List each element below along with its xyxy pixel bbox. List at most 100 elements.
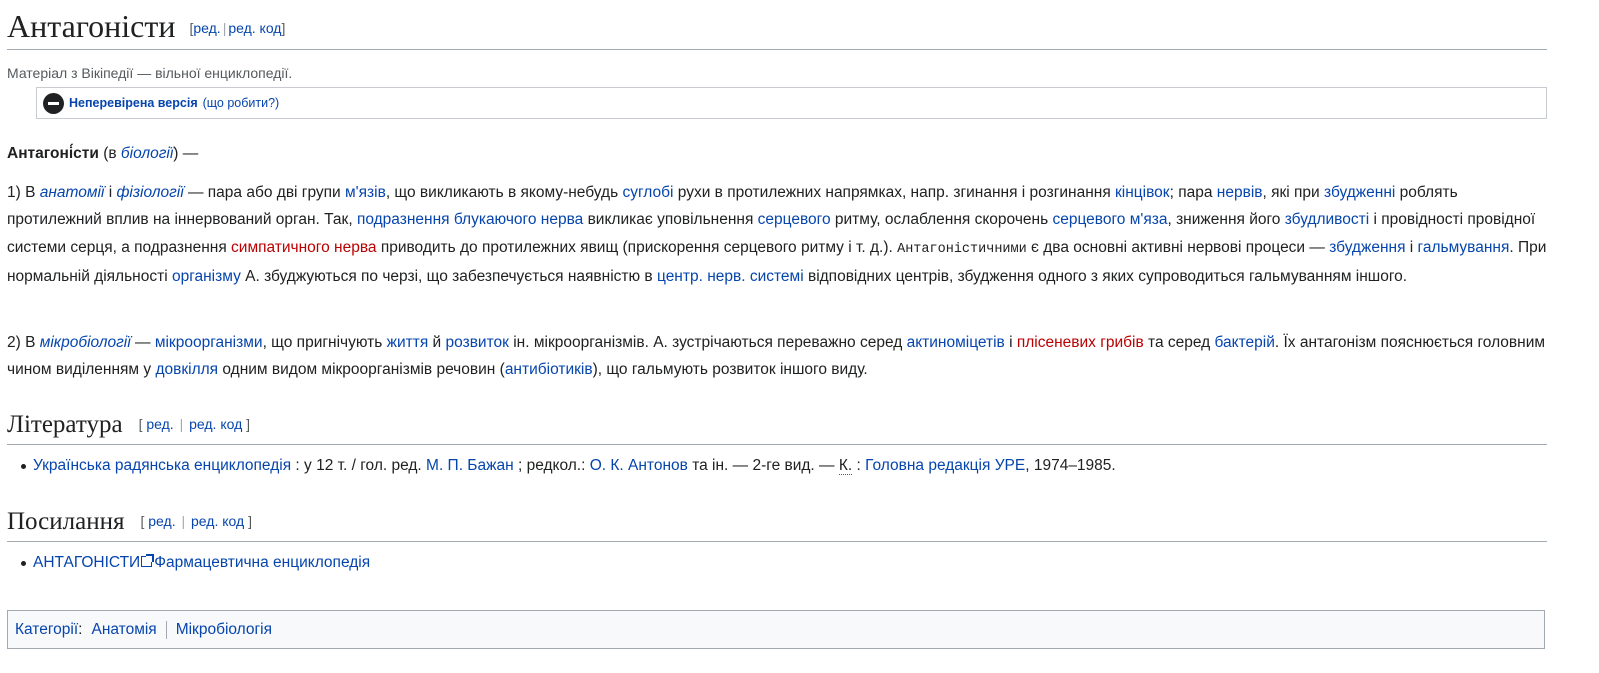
wiki-link[interactable]: фізіології — [116, 184, 183, 201]
wiki-link[interactable]: М. П. Бажан — [426, 457, 514, 474]
definition-paragraph-2: 2) В мікробіології — мікроорганізми, що … — [7, 329, 1547, 384]
edit-link[interactable]: ред. — [146, 416, 173, 432]
text-run: , 1974–1985. — [1025, 456, 1116, 474]
external-link-icon — [141, 553, 155, 567]
page-title: Антагоністи [ред. | ред. код] — [7, 0, 1547, 50]
text-run: ін. мікроорганізмів. А. зустрічаються пе… — [508, 333, 907, 351]
pharma-encyclopedia-link[interactable]: Фармацевтична енциклопедія — [154, 554, 370, 571]
text-run: 2) В — [7, 333, 40, 351]
text-run: є два основні активні нервові процеси — — [1026, 238, 1330, 256]
wiki-link[interactable]: анатомії — [40, 184, 105, 201]
page-title-text: Антагоністи — [7, 8, 176, 44]
lead-pre: (в — [98, 145, 121, 162]
wiki-link[interactable]: антибіотиків — [505, 361, 593, 378]
text-run: одним видом мікроорганізмів речовин ( — [218, 361, 505, 378]
wiki-link[interactable]: суглобі — [622, 184, 673, 201]
text-run: ; пара — [1169, 183, 1217, 201]
wiki-link[interactable]: м'язів — [345, 184, 386, 201]
text-run: і — [1405, 238, 1418, 256]
category-separator — [165, 620, 167, 639]
minus-circle-icon — [43, 92, 64, 114]
text-run: та ін. — 2-ге вид. — — [687, 456, 839, 474]
category-anatomy[interactable]: Анатомія — [91, 621, 156, 639]
wiki-link[interactable]: збудливості — [1285, 211, 1369, 228]
wiki-link[interactable]: довкілля — [155, 361, 218, 378]
unreviewed-version-link[interactable]: Неперевірена версія — [69, 96, 198, 110]
flagged-revision-box: Неперевірена версія (що робити?) — [36, 87, 1547, 119]
red-link[interactable]: симпатичного нерва — [231, 239, 376, 256]
list-item: Українська радянська енциклопедія : у 12… — [21, 452, 1547, 479]
lead-term: Антагоні́сти — [7, 145, 99, 162]
bracket-open: [ — [140, 512, 145, 529]
edit-source-link[interactable]: ред. код — [189, 416, 242, 432]
wiki-link[interactable]: актиноміцетів — [907, 334, 1005, 351]
text-run: 1) В — [7, 183, 40, 201]
wiki-link[interactable]: збудження — [1329, 239, 1405, 256]
help-link[interactable]: (що робити?) — [203, 96, 280, 110]
text-run: рухи в протилежних напрямках, напр. згин… — [673, 183, 1116, 201]
links-list: АНТАГОНІСТИ Фармацевтична енциклопедія — [7, 549, 1547, 576]
definition-paragraph-1: 1) В анатомії і фізіології — пара або дв… — [7, 179, 1547, 291]
category-links: Категорії: Анатомія Мікробіологія — [7, 610, 1545, 649]
red-link[interactable]: плісеневих грибів — [1017, 334, 1144, 351]
text-run: викликає уповільнення — [583, 211, 758, 228]
text-run: приводить до протилежних явищ (прискорен… — [376, 238, 898, 256]
edit-source-link[interactable]: ред. код — [228, 20, 281, 36]
text-run: і — [1004, 333, 1017, 351]
literature-list: Українська радянська енциклопедія : у 12… — [7, 452, 1547, 479]
wiki-link[interactable]: О. К. Антонов — [590, 457, 688, 474]
article: Антагоністи [ред. | ред. код] Матеріал з Ві… — [7, 0, 1547, 576]
wiki-link[interactable]: подразнення — [357, 211, 450, 228]
site-subtitle: Матеріал з Вікіпедії — вільної енциклопе… — [7, 65, 293, 81]
wiki-link[interactable]: життя — [387, 334, 429, 351]
links-heading-text: Посилання — [7, 507, 125, 535]
abbreviation: К. — [838, 456, 853, 475]
literature-heading-text: Література — [7, 410, 123, 438]
edit-link[interactable]: ред. — [193, 20, 220, 36]
section-heading-literature: Література [ ред. | ред. код ] — [7, 411, 1547, 445]
categories-label-link[interactable]: Категорії — [15, 621, 78, 639]
wiki-link[interactable]: центр. нерв. системі — [657, 268, 804, 285]
edit-source-link[interactable]: ред. код — [191, 513, 244, 529]
edit-separator: | — [181, 512, 186, 529]
wiki-link[interactable]: нервів — [1217, 184, 1263, 201]
text-run: : — [852, 456, 866, 474]
wiki-link[interactable]: блукаючого нерва — [454, 211, 583, 228]
wiki-link[interactable]: збудженні — [1324, 184, 1395, 201]
text-run: ритму, ослаблення скорочень — [830, 211, 1053, 228]
text-run: , що пригнічують — [262, 333, 387, 351]
wiki-link[interactable]: кінцівок — [1115, 184, 1170, 201]
text-run: : у 12 т. / гол. ред. — [291, 456, 427, 474]
wiki-link[interactable]: гальмування — [1418, 239, 1510, 256]
wiki-link[interactable]: Головна редакція УРЕ — [865, 457, 1025, 474]
edit-link[interactable]: ред. — [148, 513, 175, 529]
wiki-link[interactable]: серцевого — [758, 211, 831, 228]
external-link[interactable]: АНТАГОНІСТИ — [33, 554, 140, 571]
text-run: , які при — [1262, 183, 1325, 201]
text-run: — — [130, 333, 155, 351]
biology-link[interactable]: біології — [121, 145, 173, 162]
wiki-link[interactable]: бактерій — [1215, 334, 1275, 351]
wiki-link[interactable]: розвиток — [446, 334, 509, 351]
wiki-link[interactable]: мікробіології — [40, 334, 131, 351]
text-run: , зниження його — [1167, 211, 1285, 228]
edit-separator: | — [179, 415, 184, 432]
lead-post: ) — — [173, 145, 199, 162]
wiki-link[interactable]: мікроорганізми — [155, 334, 263, 351]
section-heading-links: Посилання [ ред. | ред. код ] — [7, 508, 1547, 542]
title-edit-links: [ред. | ред. код] — [189, 20, 285, 36]
text-run: відповідних центрів, збудження одного з … — [803, 268, 1408, 285]
category-microbiology[interactable]: Мікробіологія — [176, 621, 272, 639]
text-run: ), що гальмують розвиток іншого виду. — [592, 361, 868, 378]
edit-separator: | — [222, 20, 227, 36]
wiki-link[interactable]: Українська радянська енциклопедія — [33, 457, 291, 474]
text-run: — пара або дві групи — [183, 183, 346, 201]
text-run: й — [428, 333, 446, 351]
wiki-link[interactable]: організму — [172, 268, 241, 285]
text-run: і — [104, 183, 117, 201]
links-edit-links: [ ред. | ред. код ] — [140, 513, 251, 529]
wiki-link[interactable]: серцевого м'яза — [1052, 211, 1167, 228]
text-run: А. збуджуються по черзі, що забезпечуєть… — [240, 268, 657, 285]
list-item: АНТАГОНІСТИ Фармацевтична енциклопедія — [21, 549, 1547, 576]
